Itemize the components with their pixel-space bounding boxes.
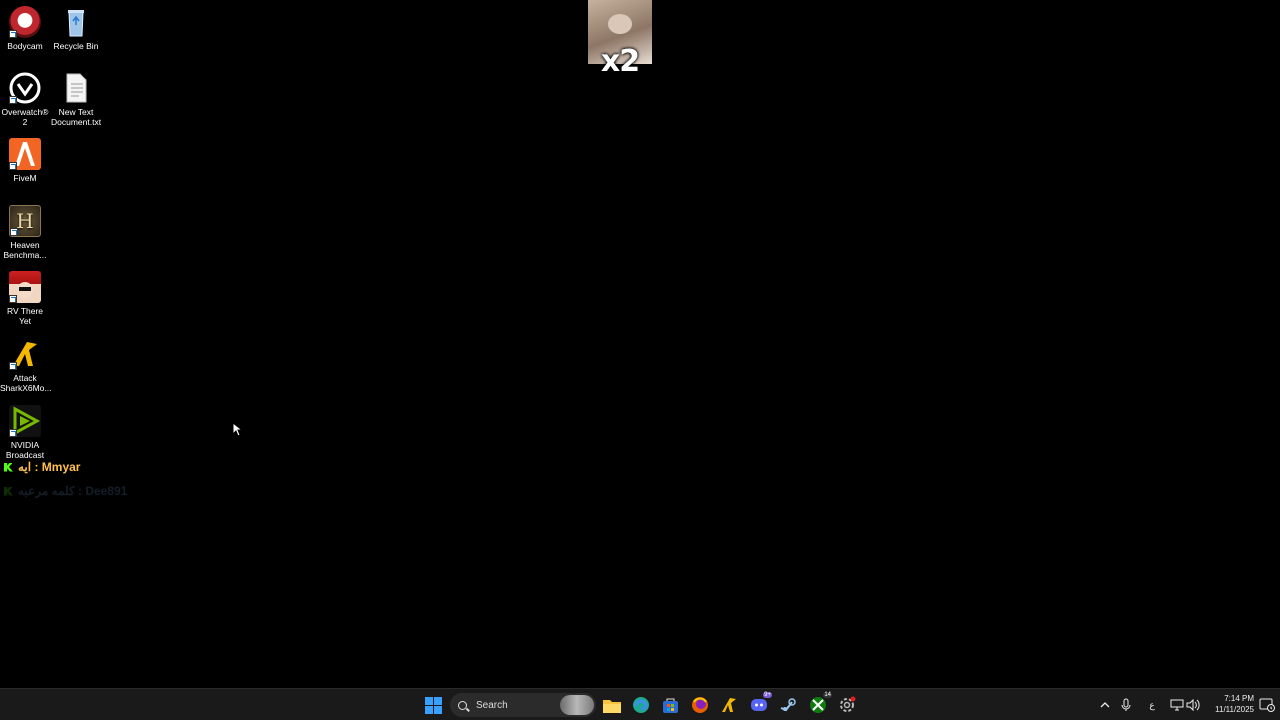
xbox-icon: [810, 697, 826, 713]
tray-volume[interactable]: [1182, 695, 1204, 715]
desktop-icon-bodycam[interactable]: Bodycam: [0, 6, 50, 51]
settings-icon: [840, 696, 856, 712]
overwatch-icon: [9, 72, 41, 104]
start-button[interactable]: [422, 695, 444, 715]
firefox-icon: [692, 697, 708, 713]
recycle-bin-icon: [60, 6, 92, 38]
desktop-icon-label: Attack SharkX6Mo...: [0, 373, 52, 393]
desktop-icon-label: New Text Document.txt: [51, 107, 102, 127]
taskbar-firefox[interactable]: [689, 695, 711, 715]
taskbar-settings[interactable]: [836, 695, 858, 715]
discord-notification-badge: 9+: [763, 692, 772, 698]
chat-message: ايه : Mmyar: [4, 460, 80, 474]
attack-shark-icon: [9, 338, 41, 370]
microphone-icon: [1121, 698, 1131, 711]
taskbar-store[interactable]: [659, 695, 681, 715]
desktop-icon-label: Heaven Benchma...: [3, 240, 47, 260]
chat-message: كلمه مرعبه : Dee891: [4, 484, 127, 498]
xbox-notification-badge: 14: [823, 692, 832, 698]
taskbar-steam[interactable]: [777, 695, 799, 715]
desktop-icon-nvidia-broadcast[interactable]: NVIDIA Broadcast: [0, 405, 50, 460]
volume-icon: [1186, 699, 1200, 711]
store-icon: [662, 698, 678, 713]
notification-center-button[interactable]: [1256, 695, 1278, 715]
taskbar-edge[interactable]: [630, 695, 652, 715]
language-indicator: ع: [1149, 699, 1155, 710]
taskbar-xbox[interactable]: 14: [807, 692, 832, 715]
desktop-icon-label: Bodycam: [7, 41, 43, 51]
desktop-icon-fivem[interactable]: FiveM: [0, 138, 50, 183]
attack-shark-icon: [722, 698, 736, 712]
clock-time: 7:14 PM: [1224, 694, 1254, 703]
desktop-icon-heaven-benchmark[interactable]: H Heaven Benchma...: [0, 205, 50, 260]
taskbar: Search 9+ 14 ع 7:14 PM 11/11/2025: [0, 688, 1280, 720]
heaven-benchmark-icon: H: [9, 205, 41, 237]
fivem-icon: [9, 138, 41, 170]
clock-date: 11/11/2025: [1215, 705, 1254, 714]
taskbar-attack-shark[interactable]: [718, 695, 740, 715]
desktop-icon-label: Overwatch® 2: [1, 107, 49, 127]
chat-message-text: كلمه مرعبه : Dee891: [18, 484, 128, 498]
chat-message-text: ايه : Mmyar: [18, 460, 81, 474]
tray-overflow-button[interactable]: [1094, 695, 1116, 715]
nvidia-broadcast-icon: [9, 405, 41, 437]
search-highlight-image: [560, 695, 594, 715]
bodycam-icon: [9, 6, 41, 38]
multiplier-label: x2: [600, 44, 640, 79]
steam-icon: [780, 698, 796, 712]
mouse-cursor-icon: [232, 421, 244, 442]
file-explorer-icon: [603, 699, 621, 713]
taskbar-discord[interactable]: 9+: [748, 692, 772, 715]
desktop-icon-label: RV There Yet: [6, 306, 44, 326]
desktop-icon-recycle-bin[interactable]: Recycle Bin: [51, 6, 101, 51]
chevron-up-icon: [1100, 702, 1110, 708]
rv-there-yet-icon: [9, 271, 41, 303]
tray-language[interactable]: ع: [1141, 695, 1163, 715]
edge-icon: [633, 697, 649, 713]
svg-text:H: H: [16, 209, 33, 233]
kick-icon: [4, 486, 13, 496]
desktop-icon-attack-shark[interactable]: Attack SharkX6Mo...: [0, 338, 52, 393]
windows-start-icon: [424, 696, 442, 714]
tray-microphone[interactable]: [1115, 695, 1137, 715]
search-label: Search: [476, 699, 508, 711]
desktop-icon-rv-there-yet[interactable]: RV There Yet: [0, 271, 50, 326]
taskbar-file-explorer[interactable]: [601, 695, 623, 715]
discord-icon: [751, 699, 767, 711]
text-document-icon: [60, 72, 92, 104]
desktop-icon-new-text-document[interactable]: New Text Document.txt: [51, 72, 101, 127]
desktop-icon-overwatch[interactable]: Overwatch® 2: [0, 72, 50, 127]
desktop-icon-label: NVIDIA Broadcast: [5, 440, 45, 460]
desktop-icon-label: FiveM: [13, 173, 37, 183]
desktop-icon-label: Recycle Bin: [53, 41, 99, 51]
search-icon: [458, 700, 467, 710]
taskbar-search-box[interactable]: Search: [450, 693, 596, 717]
notification-bell-icon: [1259, 698, 1275, 712]
kick-icon: [4, 462, 13, 472]
tray-clock[interactable]: 7:14 PM 11/11/2025: [1204, 694, 1254, 714]
